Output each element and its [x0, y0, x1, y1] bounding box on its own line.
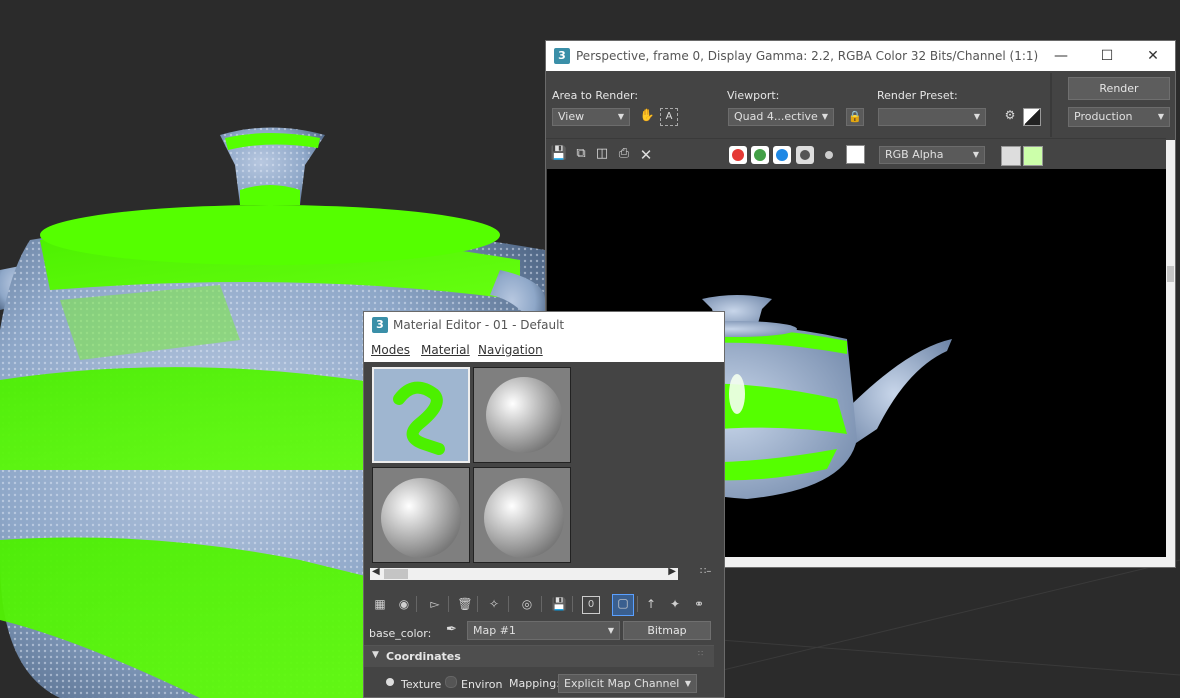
sample-slot[interactable]	[372, 467, 470, 563]
material-effects-icon[interactable]: 0	[582, 596, 600, 614]
maximize-icon[interactable]: ☐	[1084, 41, 1130, 71]
assign-material-icon[interactable]: ▻	[427, 596, 443, 612]
green-channel-button[interactable]	[751, 146, 769, 164]
get-material-icon[interactable]: ▦	[372, 596, 388, 612]
viewport-label: Viewport:	[727, 89, 780, 102]
sample-slot-active[interactable]	[372, 367, 470, 463]
render-window-titlebar[interactable]: 3 Perspective, frame 0, Display Gamma: 2…	[546, 41, 1175, 71]
monochrome-button[interactable]	[820, 146, 838, 164]
put-to-scene-icon[interactable]: ◉	[396, 596, 412, 612]
display-toggle-icon[interactable]	[1001, 146, 1021, 166]
sample-slot[interactable]	[473, 467, 571, 563]
go-to-parent-icon[interactable]: ↑	[643, 596, 659, 612]
show-shaded-map-icon[interactable]: ▢	[612, 594, 634, 616]
sample-slot[interactable]	[473, 367, 571, 463]
material-id-icon[interactable]: ◎	[519, 596, 535, 612]
production-dropdown[interactable]: Production ▼	[1068, 107, 1170, 127]
material-editor-titlebar[interactable]: 3 Material Editor - 01 - Default	[364, 312, 724, 338]
collapse-arrow-icon: ▼	[372, 650, 379, 660]
app-3dsmax-icon: 3	[554, 48, 570, 64]
channel-display-dropdown[interactable]: RGB Alpha ▼	[879, 146, 985, 164]
slot-scrollbar[interactable]: ◀ ▶	[370, 566, 678, 580]
menu-material[interactable]: Material	[421, 343, 470, 357]
go-forward-sibling-icon[interactable]: ✦	[667, 596, 683, 612]
save-library-icon[interactable]: 💾	[551, 596, 567, 612]
slot-options-icon[interactable]: ∷–	[700, 566, 711, 577]
auto-region-icon[interactable]: A	[660, 108, 678, 126]
app-3dsmax-icon: 3	[372, 317, 388, 333]
pan-hand-icon[interactable]: ✋	[638, 108, 656, 126]
separator	[1050, 73, 1052, 137]
copy-icon[interactable]: ⧉	[572, 146, 590, 164]
render-window-title: Perspective, frame 0, Display Gamma: 2.2…	[576, 49, 1039, 63]
save-icon[interactable]: 💾	[550, 146, 568, 164]
alpha-channel-button[interactable]	[796, 146, 814, 164]
make-unique-icon[interactable]: ✧	[486, 596, 502, 612]
mapping-dropdown[interactable]: Explicit Map Channel ▼	[558, 674, 697, 693]
color-swatch[interactable]	[846, 145, 865, 164]
menu-modes[interactable]: Modes	[371, 343, 410, 357]
texture-option-label: Texture	[401, 678, 442, 691]
render-setup-icon[interactable]: ⚙	[1001, 108, 1019, 126]
viewport-dropdown[interactable]: Quad 4...ective ▼	[728, 108, 834, 126]
close-icon[interactable]: ✕	[1130, 41, 1176, 71]
pick-from-object-icon[interactable]: ⚭	[691, 596, 707, 612]
coordinates-rollout-header[interactable]: ▼ Coordinates ∷	[364, 645, 714, 668]
lock-icon[interactable]: 🔒	[846, 108, 864, 126]
environ-option-label: Environ	[461, 678, 503, 691]
area-to-render-dropdown[interactable]: View ▼	[552, 108, 630, 126]
print-icon[interactable]: ⎙	[615, 146, 633, 164]
environment-effects-icon[interactable]	[1023, 108, 1041, 126]
environ-radio[interactable]	[445, 676, 457, 688]
map-name-dropdown[interactable]: Map #1 ▼	[467, 621, 620, 640]
render-history-icon[interactable]	[1023, 146, 1043, 166]
drag-grip-icon[interactable]: ∷	[698, 649, 703, 658]
material-editor-menubar: Modes Material Navigation	[364, 338, 724, 362]
menu-navigation[interactable]: Navigation	[478, 343, 543, 357]
mapping-label: Mapping:	[509, 677, 560, 690]
texture-radio[interactable]	[386, 678, 394, 686]
render-vertical-scrollbar[interactable]	[1166, 140, 1175, 557]
blue-channel-button[interactable]	[773, 146, 791, 164]
base-color-label: base_color:	[369, 627, 432, 640]
bitmap-button[interactable]: Bitmap	[623, 621, 711, 640]
material-editor-window: 3 Material Editor - 01 - Default Modes M…	[363, 311, 725, 698]
minimize-icon[interactable]: —	[1038, 41, 1084, 71]
area-to-render-label: Area to Render:	[552, 89, 639, 102]
red-channel-button[interactable]	[729, 146, 747, 164]
render-preset-dropdown[interactable]: ▼	[878, 108, 986, 126]
material-editor-title: Material Editor - 01 - Default	[393, 318, 565, 332]
coordinates-rollout-title: Coordinates	[386, 650, 461, 663]
clear-icon[interactable]: ✕	[637, 146, 655, 164]
render-preset-label: Render Preset:	[877, 89, 958, 102]
clone-icon[interactable]: ◫	[593, 146, 611, 164]
eyedropper-icon[interactable]: ✒	[446, 622, 457, 637]
render-button[interactable]: Render	[1068, 77, 1170, 100]
delete-icon[interactable]: 🗑	[457, 596, 473, 612]
